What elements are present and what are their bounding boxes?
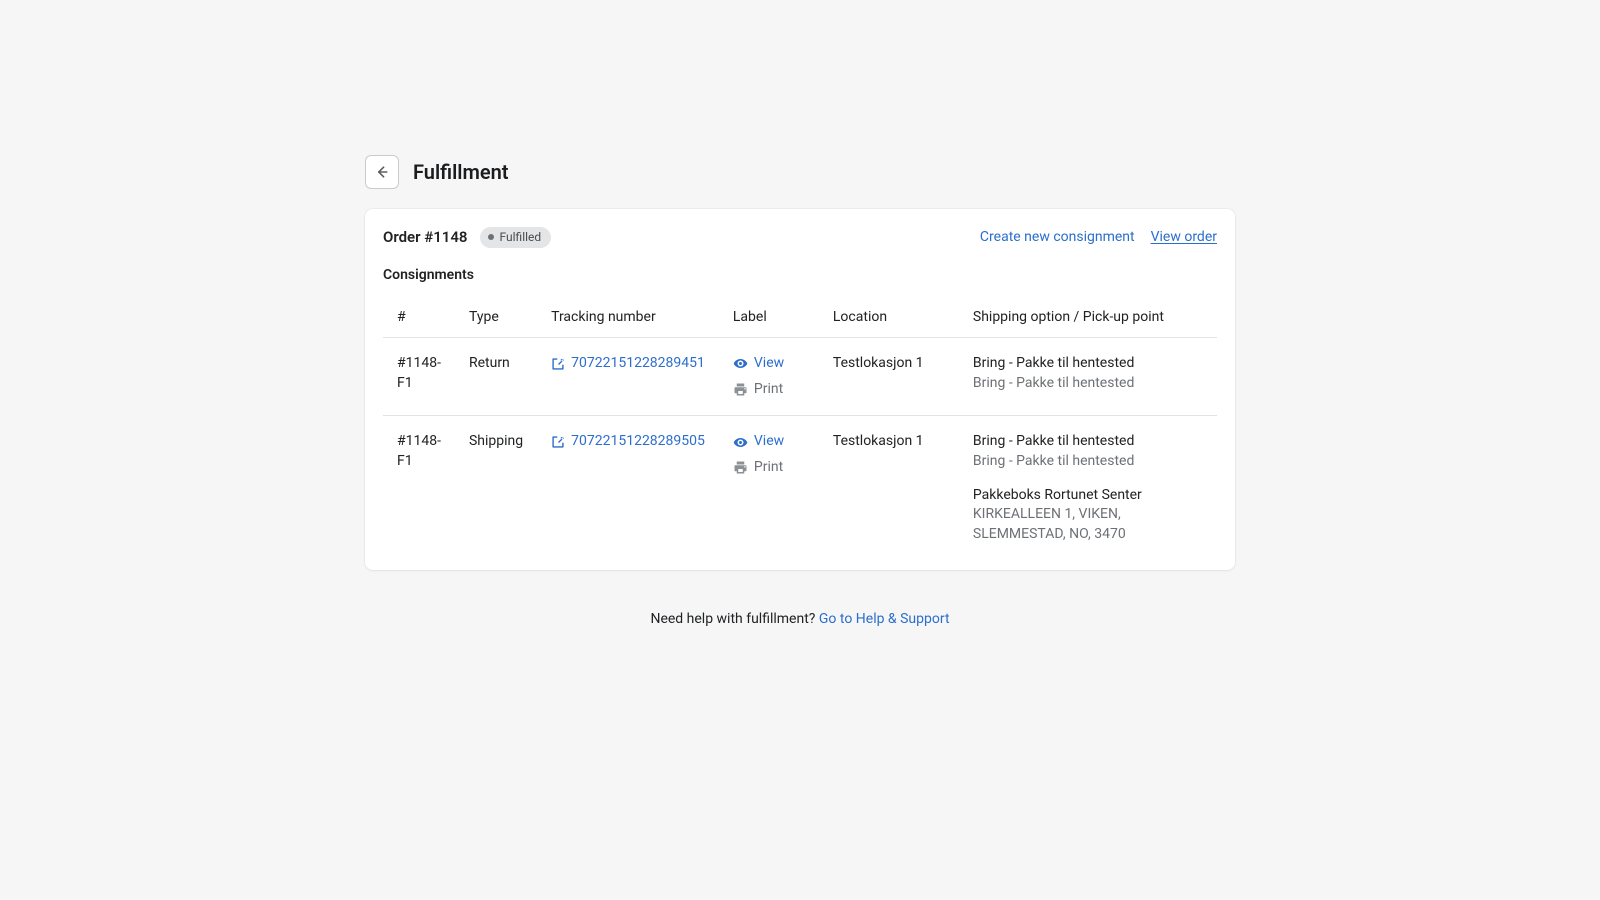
tracking-number: 70722151228289451 — [571, 354, 705, 374]
print-icon — [733, 382, 748, 397]
view-label-link[interactable]: View — [733, 354, 805, 374]
print-label-text: Print — [754, 380, 783, 400]
status-dot-icon — [488, 234, 494, 240]
footer-help: Need help with fulfillment? Go to Help &… — [365, 610, 1235, 630]
eye-icon — [733, 435, 748, 450]
print-icon — [733, 460, 748, 475]
section-title: Consignments — [383, 266, 1217, 286]
cell-type: Shipping — [455, 416, 537, 552]
external-link-icon — [551, 435, 565, 449]
cell-type: Return — [455, 338, 537, 416]
th-location: Location — [819, 298, 959, 338]
cell-location: Testlokasjon 1 — [819, 338, 959, 416]
create-consignment-link[interactable]: Create new consignment — [980, 228, 1135, 248]
table-row: #1148-F1 Shipping 70722151228289505 — [383, 416, 1217, 552]
print-label-text: Print — [754, 458, 783, 478]
tracking-number: 70722151228289505 — [571, 432, 705, 452]
consignments-table: # Type Tracking number Label Location Sh… — [383, 298, 1217, 553]
shipping-option-sub: Bring - Pakke til hentested — [973, 452, 1203, 472]
th-tracking: Tracking number — [537, 298, 719, 338]
th-shipping: Shipping option / Pick-up point — [959, 298, 1217, 338]
table-row: #1148-F1 Return 70722151228289451 — [383, 338, 1217, 416]
view-label-text: View — [754, 354, 784, 374]
print-label-link[interactable]: Print — [733, 380, 805, 400]
view-label-link[interactable]: View — [733, 432, 805, 452]
th-type: Type — [455, 298, 537, 338]
print-label-link[interactable]: Print — [733, 458, 805, 478]
card-header: Order #1148 Fulfilled Create new consign… — [383, 227, 1217, 248]
tracking-link[interactable]: 70722151228289505 — [551, 432, 705, 452]
tracking-link[interactable]: 70722151228289451 — [551, 354, 705, 374]
view-order-link[interactable]: View order — [1151, 228, 1217, 248]
cell-id: #1148-F1 — [383, 416, 455, 552]
footer-help-text: Need help with fulfillment? — [650, 611, 818, 627]
shipping-option-sub: Bring - Pakke til hentested — [973, 374, 1203, 394]
eye-icon — [733, 356, 748, 371]
status-badge: Fulfilled — [480, 227, 552, 248]
order-title: Order #1148 — [383, 227, 468, 248]
pickup-point-address: KIRKEALLEEN 1, VIKEN, SLEMMESTAD, NO, 34… — [973, 505, 1203, 544]
external-link-icon — [551, 357, 565, 371]
th-label: Label — [719, 298, 819, 338]
view-label-text: View — [754, 432, 784, 452]
page-title: Fulfillment — [413, 158, 509, 186]
help-support-link[interactable]: Go to Help & Support — [819, 611, 950, 627]
pickup-point-name: Pakkeboks Rortunet Senter — [973, 486, 1203, 506]
shipping-option-main: Bring - Pakke til hentested — [973, 432, 1203, 452]
cell-id: #1148-F1 — [383, 338, 455, 416]
page-header: Fulfillment — [365, 155, 1235, 189]
back-button[interactable] — [365, 155, 399, 189]
arrow-left-icon — [374, 164, 390, 180]
cell-location: Testlokasjon 1 — [819, 416, 959, 552]
status-badge-text: Fulfilled — [500, 229, 542, 246]
shipping-option-main: Bring - Pakke til hentested — [973, 354, 1203, 374]
order-card: Order #1148 Fulfilled Create new consign… — [365, 209, 1235, 570]
th-id: # — [383, 298, 455, 338]
